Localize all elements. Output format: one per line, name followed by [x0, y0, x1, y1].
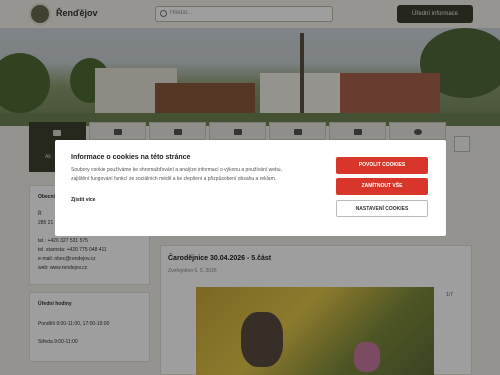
cookie-modal: Informace o cookies na této stránce Soub… — [55, 140, 446, 236]
allow-cookies-button[interactable]: POVOLIT COOKIES — [336, 157, 428, 174]
cookie-modal-text: Soubory cookie používáme ke shromažďován… — [71, 167, 282, 182]
cookie-modal-title: Informace o cookies na této stránce — [71, 154, 191, 161]
cookie-more-link[interactable]: Zjistit více — [71, 197, 95, 203]
cookie-settings-button[interactable]: NASTAVENÍ COOKIES — [336, 200, 428, 217]
reject-all-button[interactable]: ZAMÍTNOUT VŠE — [336, 178, 428, 195]
